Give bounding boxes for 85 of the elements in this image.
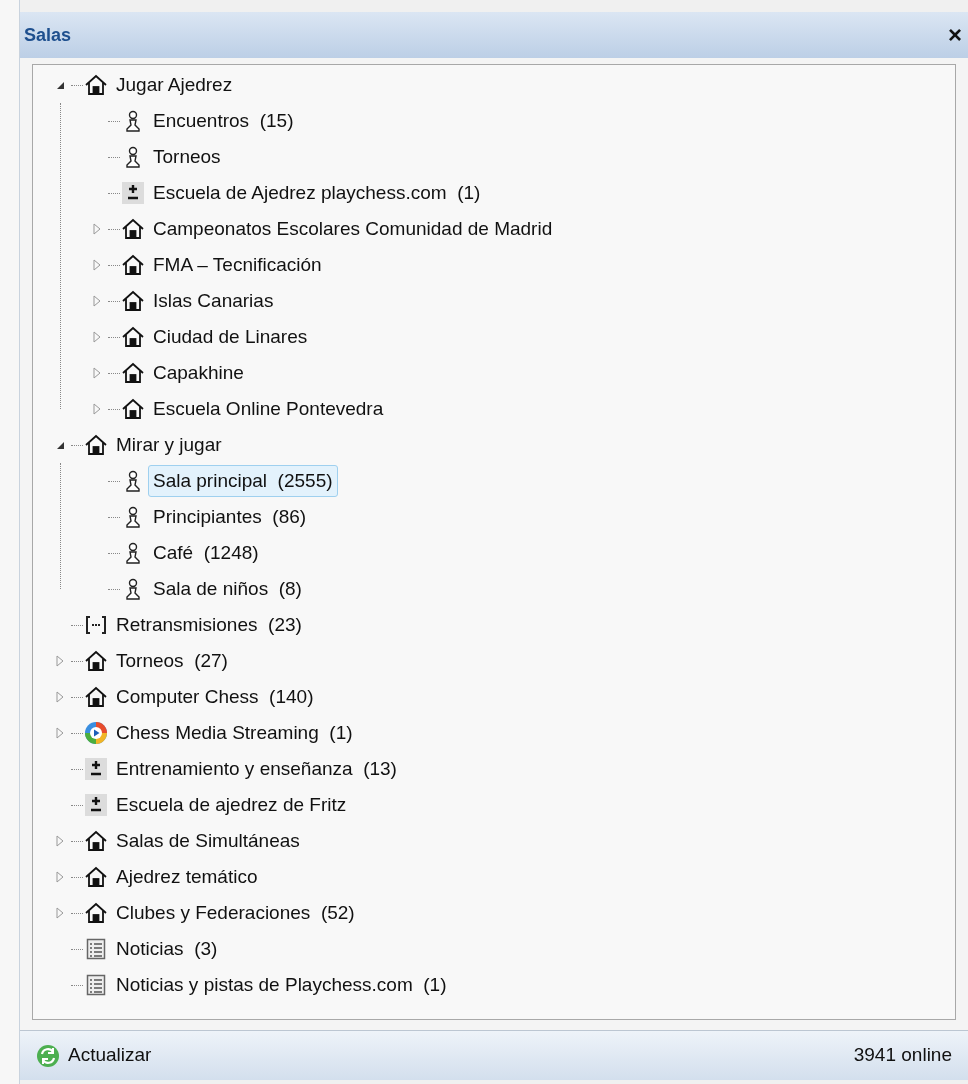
house-icon <box>84 650 108 672</box>
tree-item[interactable]: Jugar Ajedrez <box>111 68 238 102</box>
expand-arrow-icon <box>93 403 101 415</box>
tree-item[interactable]: Sala de niños (8) <box>148 572 307 606</box>
collapse-arrow-icon <box>55 440 65 450</box>
collapse-arrow-icon <box>55 80 65 90</box>
expand-arrow-icon <box>56 727 64 739</box>
expand-arrow-icon <box>56 907 64 919</box>
tree-item[interactable]: Café (1248) <box>148 536 264 570</box>
expand-arrow[interactable] <box>56 727 64 739</box>
expand-arrow[interactable] <box>93 367 101 379</box>
tree-item[interactable]: Principiantes (86) <box>148 500 312 534</box>
expand-arrow-icon <box>93 223 101 235</box>
tree-item[interactable]: Sala principal (2555) <box>148 464 338 498</box>
tree-item[interactable]: Computer Chess (140) <box>111 680 319 714</box>
expand-arrow[interactable] <box>56 691 64 703</box>
house-icon <box>84 866 108 888</box>
online-count: 3941 online <box>853 1043 952 1068</box>
house-icon <box>121 326 145 348</box>
tree-item[interactable]: Entrenamiento y enseñanza (13) <box>111 752 402 786</box>
tree-item[interactable]: Escuela de Ajedrez playchess.com (1) <box>148 176 486 210</box>
tree-item[interactable]: Capakhine <box>148 356 249 390</box>
expand-arrow[interactable] <box>93 295 101 307</box>
tree-item[interactable]: FMA – Tecnificación <box>148 248 327 282</box>
tree-item[interactable]: Escuela Online Pontevedra <box>148 392 389 426</box>
collapse-arrow[interactable] <box>55 440 65 450</box>
house-icon <box>121 362 145 384</box>
tree-item[interactable]: Mirar y jugar <box>111 428 227 462</box>
expand-arrow-icon <box>56 691 64 703</box>
house-icon <box>121 290 145 312</box>
collapse-arrow[interactable] <box>55 80 65 90</box>
tree-item[interactable]: Campeonatos Escolares Comunidad de Madrid <box>148 212 558 246</box>
house-icon <box>84 686 108 708</box>
expand-arrow[interactable] <box>56 655 64 667</box>
tree-item[interactable]: Ciudad de Linares <box>148 320 313 354</box>
expand-arrow-icon <box>56 871 64 883</box>
expand-arrow[interactable] <box>56 871 64 883</box>
tree-item[interactable]: Retransmisiones (23) <box>111 608 307 642</box>
plus-minus-icon <box>85 794 107 816</box>
tree-item[interactable]: Noticias y pistas de Playchess.com (1) <box>111 968 452 1002</box>
expand-arrow[interactable] <box>93 331 101 343</box>
refresh-icon <box>36 1043 60 1068</box>
house-icon <box>121 254 145 276</box>
broadcast-icon <box>85 615 107 635</box>
plus-minus-icon <box>85 758 107 780</box>
tree-item[interactable]: Clubes y Federaciones (52) <box>111 896 360 930</box>
close-button[interactable]: × <box>946 23 964 47</box>
house-icon <box>84 830 108 852</box>
expand-arrow[interactable] <box>93 403 101 415</box>
tree-item[interactable]: Torneos <box>148 140 226 174</box>
media-player-icon <box>84 721 108 745</box>
pawn-icon <box>123 578 143 600</box>
expand-arrow-icon <box>93 331 101 343</box>
pawn-icon <box>123 110 143 132</box>
expand-arrow[interactable] <box>56 907 64 919</box>
tree-item[interactable]: Chess Media Streaming (1) <box>111 716 358 750</box>
expand-arrow-icon <box>93 295 101 307</box>
tree-item[interactable]: Ajedrez temático <box>111 860 263 894</box>
expand-arrow-icon <box>93 259 101 271</box>
plus-minus-icon <box>122 182 144 204</box>
window-title: Salas <box>24 23 72 47</box>
expand-arrow[interactable] <box>93 259 101 271</box>
expand-arrow[interactable] <box>56 835 64 847</box>
pawn-icon <box>123 470 143 492</box>
tree-item[interactable]: Noticias (3) <box>111 932 223 966</box>
tree-item[interactable]: Islas Canarias <box>148 284 279 318</box>
tree-item[interactable]: Encuentros (15) <box>148 104 299 138</box>
pawn-icon <box>123 146 143 168</box>
expand-arrow-icon <box>56 835 64 847</box>
tree-item[interactable]: Salas de Simultáneas <box>111 824 305 858</box>
list-document-icon <box>86 938 106 960</box>
tree-item[interactable]: Escuela de ajedrez de Fritz <box>111 788 352 822</box>
house-icon <box>84 434 108 456</box>
house-icon <box>84 74 108 96</box>
house-icon <box>121 398 145 420</box>
house-icon <box>84 902 108 924</box>
refresh-button[interactable]: Actualizar <box>36 1041 152 1070</box>
tree-item[interactable]: Torneos (27) <box>111 644 233 678</box>
list-document-icon <box>86 974 106 996</box>
expand-arrow-icon <box>56 655 64 667</box>
expand-arrow[interactable] <box>93 223 101 235</box>
house-icon <box>121 218 145 240</box>
pawn-icon <box>123 506 143 528</box>
expand-arrow-icon <box>93 367 101 379</box>
pawn-icon <box>123 542 143 564</box>
